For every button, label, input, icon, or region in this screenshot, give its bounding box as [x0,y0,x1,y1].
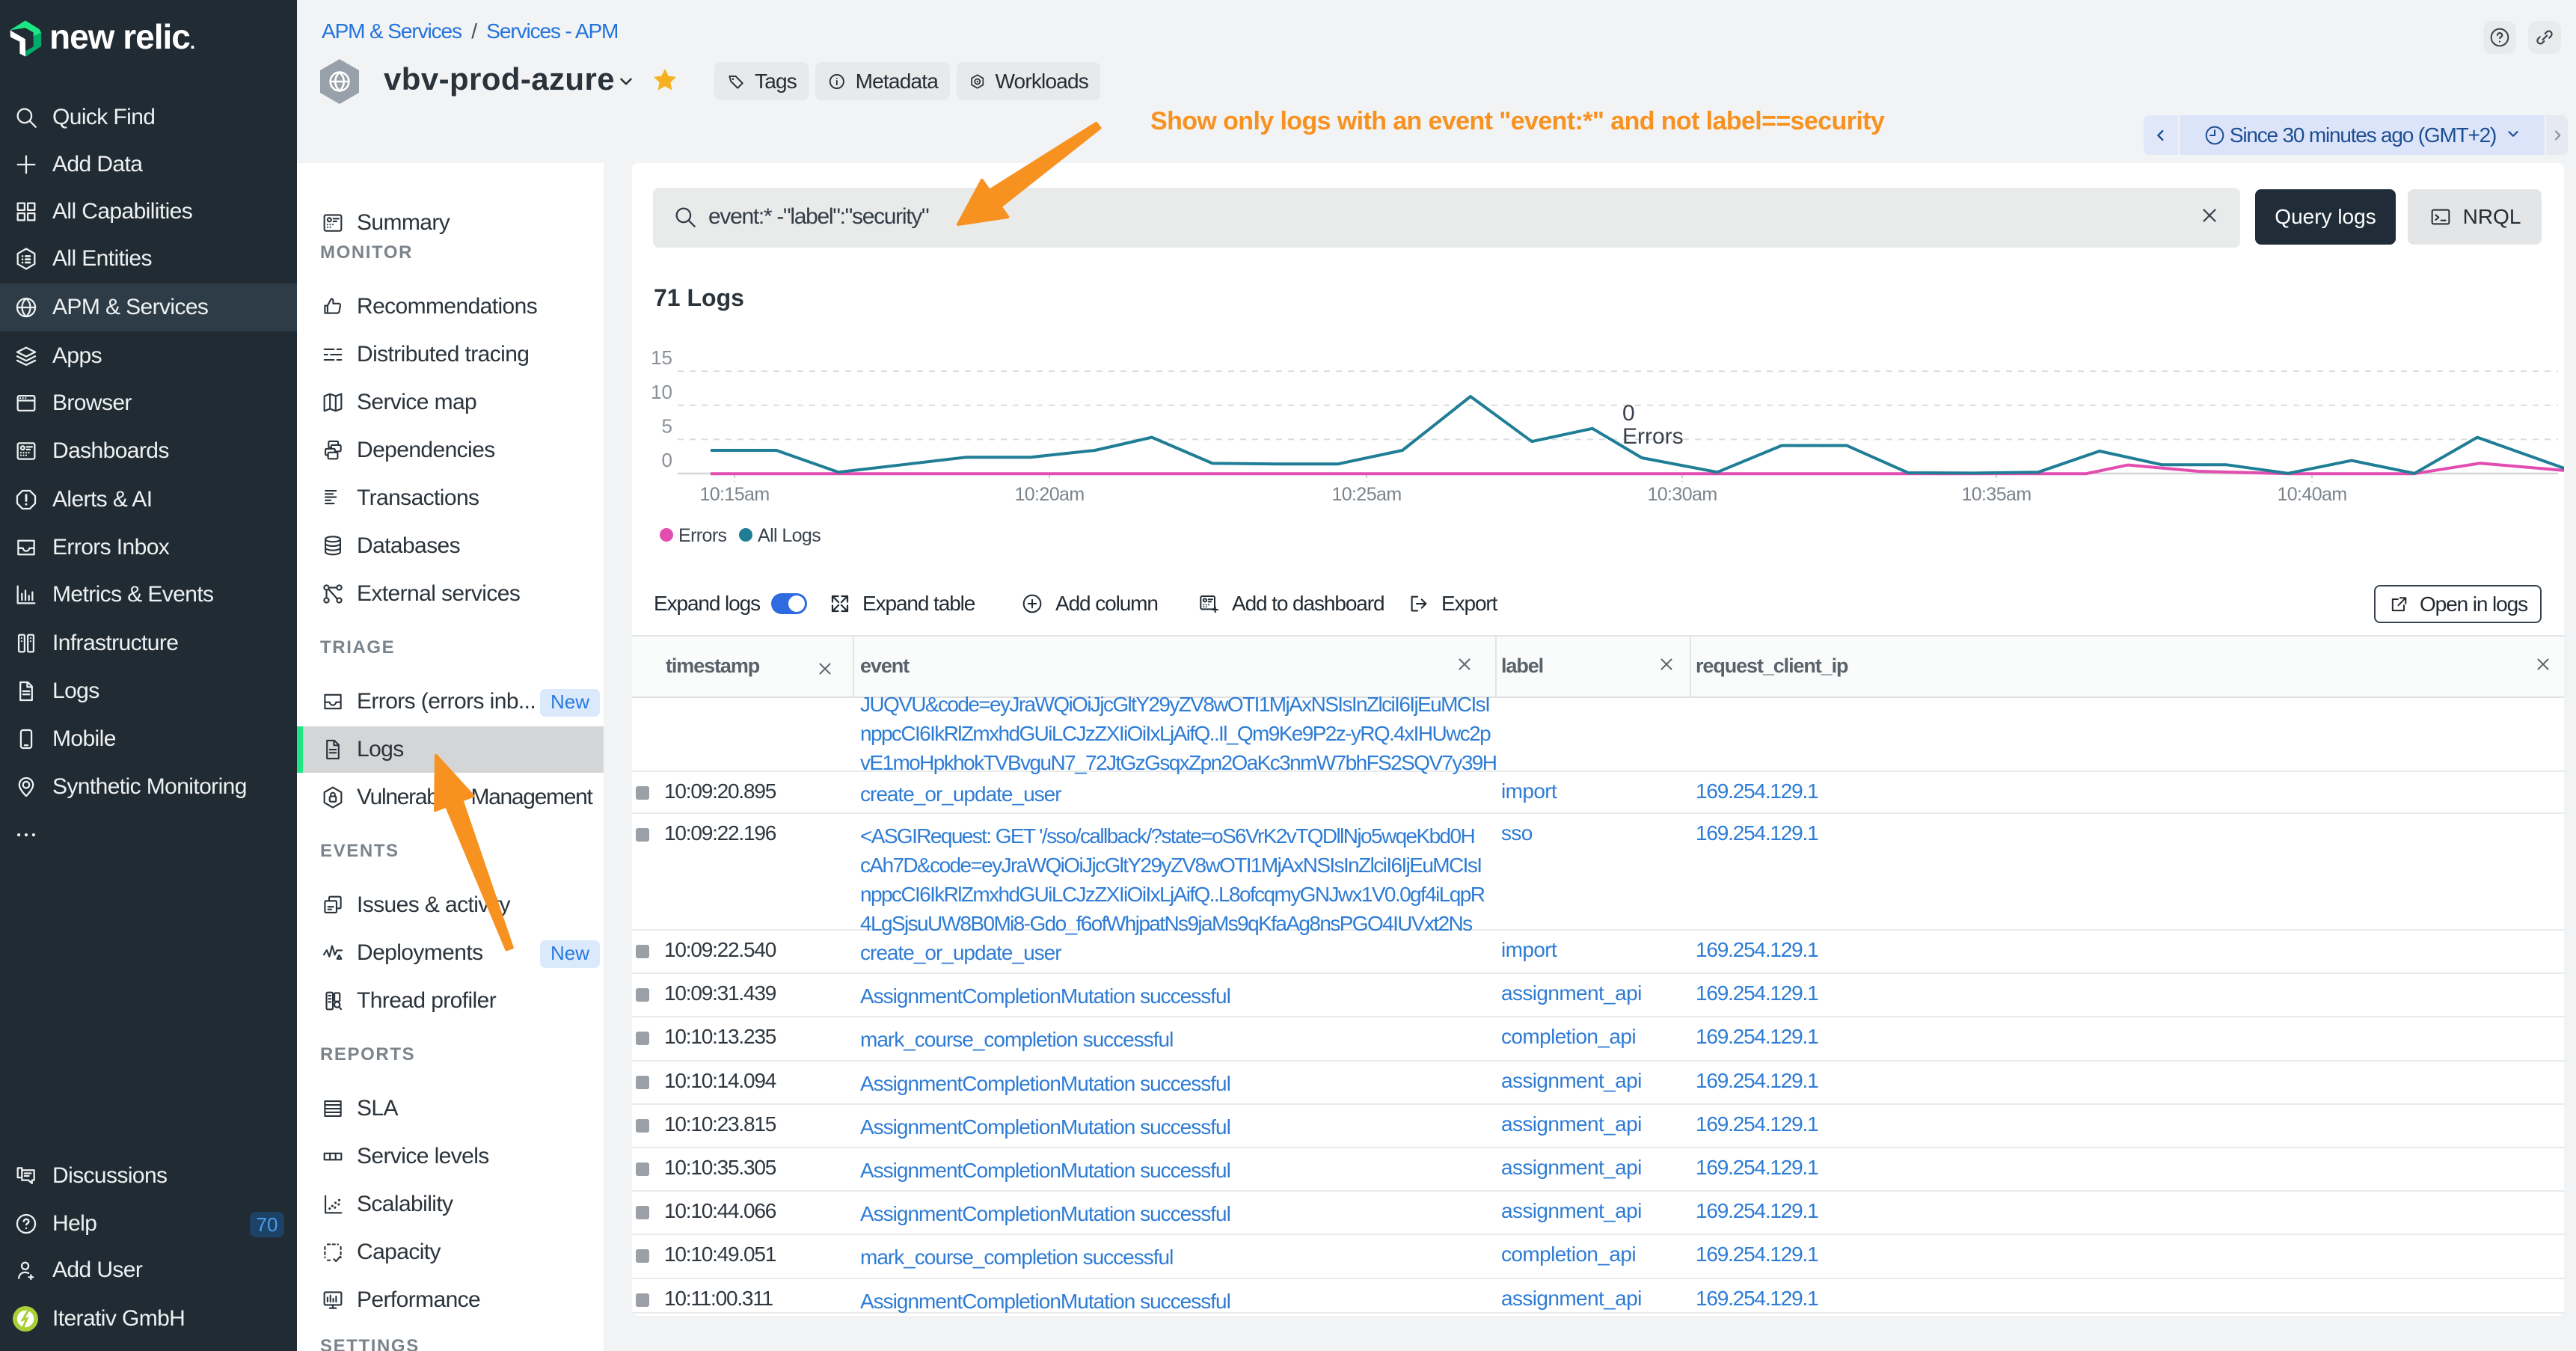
svg-text:0: 0 [662,449,672,471]
svg-text:10:35am: 10:35am [1961,484,2031,505]
svg-text:10:40am: 10:40am [2277,484,2346,505]
svg-text:10: 10 [651,381,672,403]
svg-text:10:25am: 10:25am [1331,484,1401,505]
svg-text:15: 15 [651,346,672,369]
svg-text:0: 0 [1622,401,1635,426]
svg-text:All Logs: All Logs [758,525,821,546]
svg-text:10:20am: 10:20am [1014,484,1084,505]
svg-text:Errors: Errors [1622,424,1684,449]
svg-text:5: 5 [662,414,672,437]
svg-text:10:15am: 10:15am [699,484,769,505]
svg-text:10:30am: 10:30am [1647,484,1717,505]
svg-text:Errors: Errors [678,525,727,546]
